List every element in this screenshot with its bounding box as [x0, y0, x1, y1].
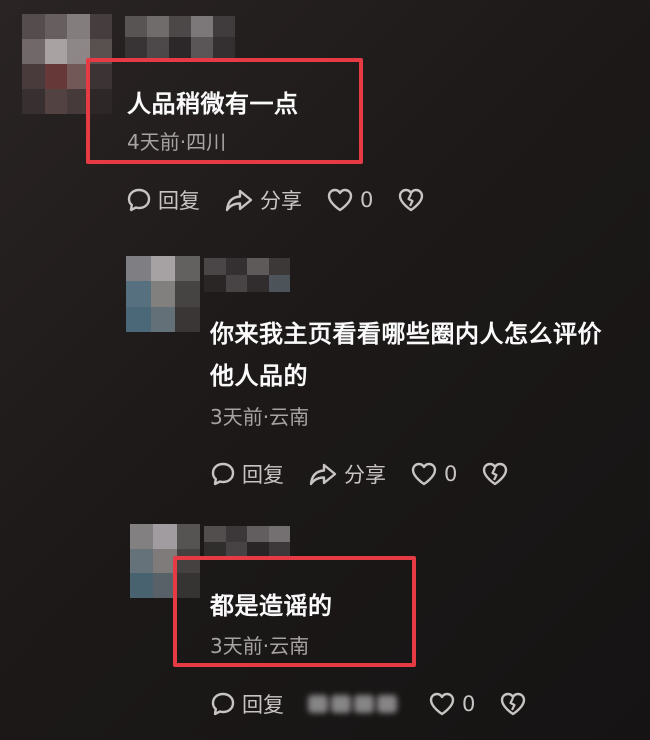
comment-meta: 3天前·云南	[210, 634, 310, 658]
comment-text: 都是造谣的	[210, 592, 333, 620]
reply-label: 回复	[158, 189, 200, 213]
broken-heart-icon	[501, 692, 526, 716]
comment-meta: 3天前·云南	[210, 405, 310, 429]
username-pixelated[interactable]	[204, 258, 290, 292]
dislike-button[interactable]	[481, 458, 509, 490]
share-label: 分享	[344, 463, 386, 487]
comment-text: 人品稍微有一点	[127, 90, 299, 118]
avatar[interactable]	[126, 256, 200, 332]
broken-heart-icon	[399, 188, 424, 212]
reply-label: 回复	[242, 693, 284, 717]
reply-button[interactable]: 回复	[210, 458, 284, 490]
share-button[interactable]: 分享	[308, 458, 386, 490]
comment-text-line-2: 他人品的	[210, 362, 308, 390]
username-pixelated[interactable]	[204, 526, 290, 558]
heart-icon	[411, 462, 437, 486]
share-arrow-icon	[225, 189, 253, 212]
heart-icon	[429, 692, 455, 716]
like-count: 0	[360, 188, 374, 212]
reply-label: 回复	[242, 463, 284, 487]
heart-icon	[327, 188, 353, 212]
like-count: 0	[462, 692, 476, 716]
like-button[interactable]: 0	[428, 688, 475, 720]
like-button[interactable]: 0	[410, 458, 457, 490]
chat-bubble-icon	[127, 188, 151, 212]
broken-heart-icon	[483, 462, 508, 486]
username-pixelated[interactable]	[125, 16, 235, 58]
like-count: 0	[444, 462, 458, 486]
like-button[interactable]: 0	[326, 184, 373, 216]
share-button[interactable]: 分享	[224, 184, 302, 216]
chat-bubble-icon	[211, 692, 235, 716]
dislike-button[interactable]	[499, 688, 527, 720]
comment-meta: 4天前·四川	[127, 130, 227, 154]
comment-text-line-1: 你来我主页看看哪些圈内人怎么评价	[210, 320, 602, 348]
share-label: 分享	[260, 189, 302, 213]
chat-bubble-icon	[211, 462, 235, 486]
reply-button[interactable]: 回复	[210, 688, 284, 720]
share-button-obscured[interactable]	[308, 688, 404, 720]
share-arrow-icon	[309, 463, 337, 486]
dislike-button[interactable]	[397, 184, 425, 216]
reply-button[interactable]: 回复	[126, 184, 200, 216]
